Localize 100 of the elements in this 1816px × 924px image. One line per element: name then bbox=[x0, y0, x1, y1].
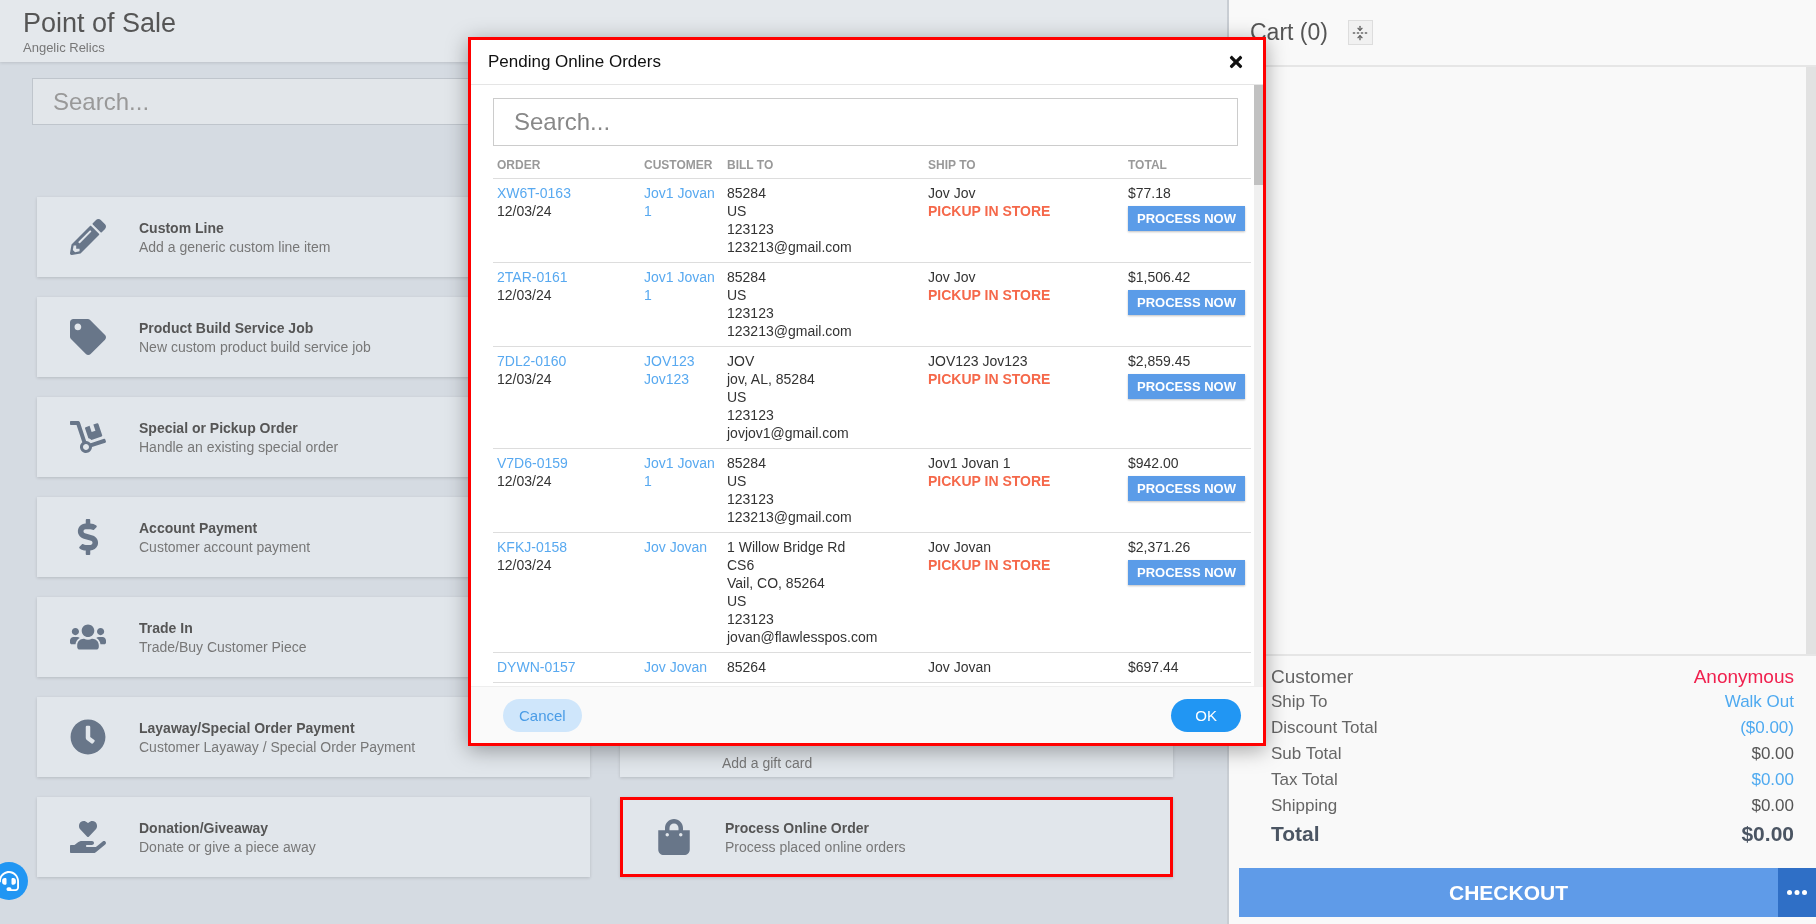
ship-method: PICKUP IN STORE bbox=[928, 370, 1051, 388]
summary-label: Discount Total bbox=[1271, 718, 1378, 738]
order-date: 12/03/24 bbox=[497, 202, 552, 220]
summary-value[interactable]: $0.00 bbox=[1751, 770, 1794, 790]
customer-link[interactable]: Jov Jovan bbox=[644, 538, 708, 556]
tile-title: Special or Pickup Order bbox=[139, 419, 299, 436]
summary-label: Ship To bbox=[1271, 692, 1328, 712]
bill-to-line: US bbox=[727, 472, 747, 490]
menu-tile[interactable]: Process Online Order Process placed online orders bbox=[620, 797, 1173, 877]
ok-button[interactable]: OK bbox=[1171, 698, 1241, 732]
order-total: $77.18 bbox=[1128, 184, 1171, 202]
tile-description: Handle an existing special order bbox=[139, 438, 339, 455]
summary-label: Total bbox=[1271, 822, 1320, 846]
bill-to-line: jov, AL, 85284 bbox=[727, 370, 815, 388]
bill-to-line: 123123 bbox=[727, 610, 774, 628]
bill-to-line: 85264 bbox=[727, 658, 766, 676]
summary-value: $0.00 bbox=[1751, 744, 1794, 764]
shopping-bag-icon bbox=[656, 819, 692, 855]
ship-to-name: Jov Jovan bbox=[928, 538, 992, 556]
tile-description: Add a gift card bbox=[722, 755, 813, 771]
bill-to-line: 123123 bbox=[727, 304, 774, 322]
ship-method: PICKUP IN STORE bbox=[928, 202, 1051, 220]
scrollbar[interactable] bbox=[1254, 85, 1263, 686]
customer-link[interactable]: JOV123 Jov123 bbox=[644, 352, 719, 388]
customer-link[interactable]: Jov1 Jovan 1 bbox=[644, 454, 719, 490]
tile-title: Custom Line bbox=[139, 219, 225, 236]
bill-to-line: 123123 bbox=[727, 406, 774, 424]
clock-icon bbox=[70, 719, 106, 755]
checkout-button[interactable]: CHECKOUT bbox=[1239, 868, 1778, 917]
tile-title: Account Payment bbox=[139, 519, 259, 536]
collapse-button[interactable] bbox=[1347, 20, 1373, 45]
summary-value[interactable]: Walk Out bbox=[1724, 692, 1794, 712]
tile-description: Add a generic custom line item bbox=[139, 238, 331, 255]
process-now-button[interactable]: PROCESS NOW bbox=[1128, 374, 1245, 399]
store-name: Angelic Relics bbox=[23, 40, 106, 55]
pencil-icon bbox=[70, 219, 106, 255]
ship-to-name: JOV123 Jov123 bbox=[928, 352, 1028, 370]
order-link[interactable]: 7DL2-0160 bbox=[497, 352, 567, 370]
tile-title: Trade In bbox=[139, 619, 194, 636]
column-header: SHIP TO bbox=[928, 158, 977, 172]
bill-to-line: 1 Willow Bridge Rd bbox=[727, 538, 846, 556]
tile-description: Donate or give a piece away bbox=[139, 838, 316, 855]
summary-value[interactable]: Anonymous bbox=[1693, 666, 1794, 688]
tile-description: Process placed online orders bbox=[725, 838, 906, 855]
tile-description: Customer account payment bbox=[139, 538, 311, 555]
bill-to-line: JOV bbox=[727, 352, 755, 370]
search-field[interactable]: Search... bbox=[493, 98, 1238, 146]
more-button[interactable] bbox=[1778, 868, 1816, 917]
hand-heart-icon bbox=[70, 819, 106, 855]
tile-title: Product Build Service Job bbox=[139, 319, 315, 336]
summary-value: $0.00 bbox=[1751, 796, 1794, 816]
summary-value[interactable]: ($0.00) bbox=[1740, 718, 1794, 738]
customer-link[interactable]: Jov1 Jovan 1 bbox=[644, 184, 719, 220]
order-total: $697.44 bbox=[1128, 658, 1179, 676]
bill-to-line: jovan@flawlesspos.com bbox=[727, 628, 878, 646]
ship-to-name: Jov1 Jovan 1 bbox=[928, 454, 1011, 472]
order-total: $2,859.45 bbox=[1128, 352, 1191, 370]
summary-label: Shipping bbox=[1271, 796, 1338, 816]
ship-to-name: Jov Jovan bbox=[928, 658, 992, 676]
bill-to-line: CS6 bbox=[727, 556, 755, 574]
tile-description: Customer Layaway / Special Order Payment bbox=[139, 738, 416, 755]
tile-title: Layaway/Special Order Payment bbox=[139, 719, 356, 736]
bill-to-line: US bbox=[727, 202, 747, 220]
bill-to-line: 123123 bbox=[727, 490, 774, 508]
column-header: CUSTOMER bbox=[644, 158, 714, 172]
summary-label: Tax Total bbox=[1271, 770, 1338, 790]
order-total: $1,506.42 bbox=[1128, 268, 1191, 286]
bill-to-line: US bbox=[727, 286, 747, 304]
process-now-button[interactable]: PROCESS NOW bbox=[1128, 476, 1245, 501]
bill-to-line: 123123 bbox=[727, 220, 774, 238]
process-now-button[interactable]: PROCESS NOW bbox=[1128, 560, 1245, 585]
ship-method: PICKUP IN STORE bbox=[928, 286, 1051, 304]
customer-link[interactable]: Jov1 Jovan 1 bbox=[644, 268, 719, 304]
ship-method: PICKUP IN STORE bbox=[928, 472, 1051, 490]
order-link[interactable]: DYWN-0157 bbox=[497, 658, 576, 676]
bill-to-line: jovjov1@gmail.com bbox=[727, 424, 849, 442]
summary-value: $0.00 bbox=[1741, 822, 1794, 846]
column-header: BILL TO bbox=[727, 158, 775, 172]
bill-to-line: US bbox=[727, 592, 747, 610]
bill-to-line: 123213@gmail.com bbox=[727, 238, 852, 256]
summary-label: Customer bbox=[1271, 666, 1354, 688]
bill-to-line: 123213@gmail.com bbox=[727, 322, 852, 340]
cancel-button[interactable]: Cancel bbox=[503, 698, 582, 732]
tile-title: Process Online Order bbox=[725, 819, 870, 836]
dialog-title: Pending Online Orders bbox=[488, 52, 661, 72]
column-header: ORDER bbox=[497, 158, 542, 172]
process-now-button[interactable]: PROCESS NOW bbox=[1128, 290, 1245, 315]
column-header: TOTAL bbox=[1128, 158, 1168, 172]
summary-label: Sub Total bbox=[1271, 744, 1342, 764]
order-link[interactable]: KFKJ-0158 bbox=[497, 538, 568, 556]
tag-icon bbox=[70, 319, 106, 355]
bill-to-line: Vail, CO, 85264 bbox=[727, 574, 825, 592]
customer-link[interactable]: Jov Jovan bbox=[644, 658, 708, 676]
tile-description: Trade/Buy Customer Piece bbox=[139, 638, 307, 655]
order-link[interactable]: V7D6-0159 bbox=[497, 454, 568, 472]
bill-to-line: 85284 bbox=[727, 184, 766, 202]
close-button[interactable] bbox=[1227, 53, 1245, 71]
tile-title: Donation/Giveaway bbox=[139, 819, 270, 836]
process-now-button[interactable]: PROCESS NOW bbox=[1128, 206, 1245, 231]
menu-tile[interactable]: Donation/Giveaway Donate or give a piece away bbox=[37, 797, 590, 877]
